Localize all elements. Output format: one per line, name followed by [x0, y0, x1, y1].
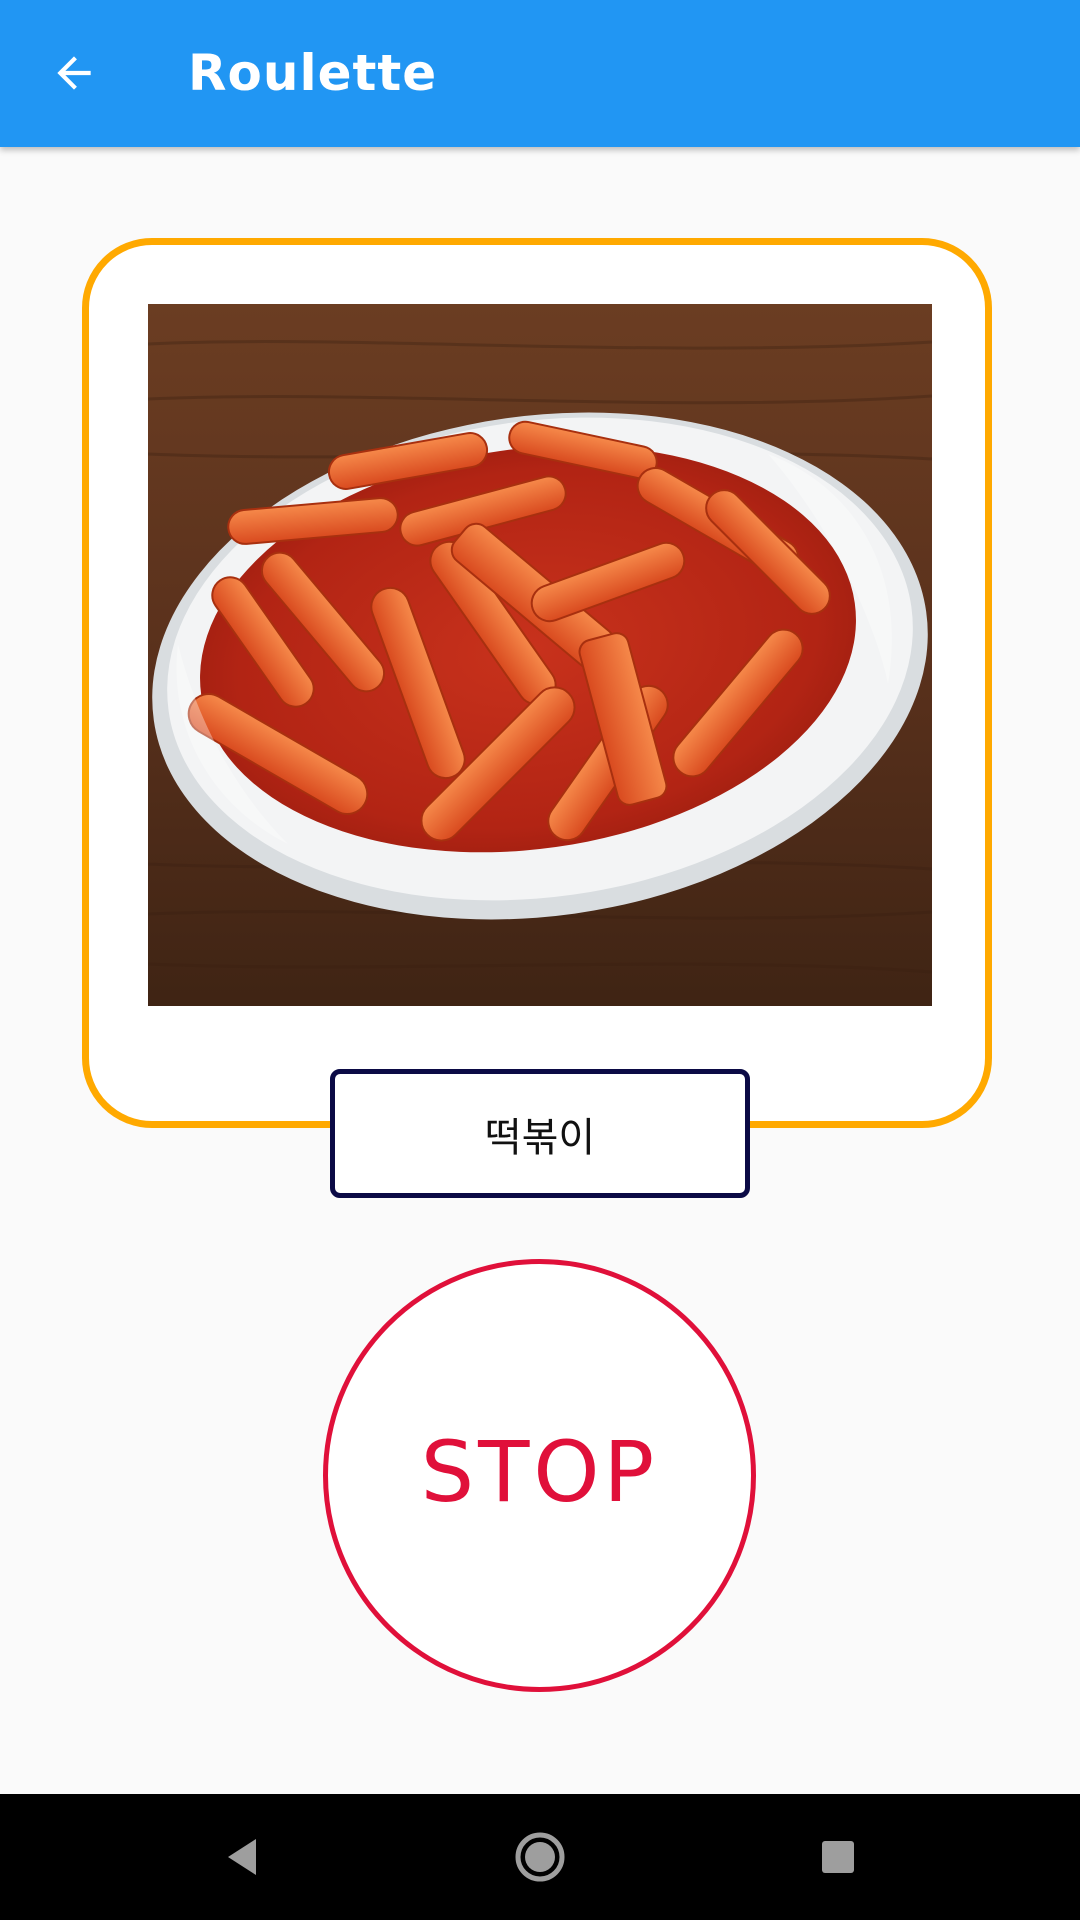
selected-food-name: 떡볶이	[484, 1114, 596, 1161]
nav-back-button[interactable]	[202, 1817, 282, 1897]
system-nav-bar	[0, 1794, 1080, 1920]
triangle-back-icon	[228, 1839, 256, 1875]
nav-home-button[interactable]	[500, 1817, 580, 1897]
back-button[interactable]	[30, 29, 118, 117]
food-image	[148, 304, 932, 1006]
app-bar: Roulette	[0, 0, 1080, 147]
stop-button[interactable]: STOP	[323, 1259, 756, 1692]
square-recents-icon	[822, 1841, 854, 1873]
circle-home-icon	[515, 1832, 565, 1882]
stop-button-label: STOP	[420, 1422, 659, 1521]
selected-food-name-box: 떡볶이	[330, 1069, 750, 1198]
page-title: Roulette	[188, 44, 438, 102]
nav-recents-button[interactable]	[798, 1817, 878, 1897]
arrow-back-icon	[57, 56, 91, 90]
